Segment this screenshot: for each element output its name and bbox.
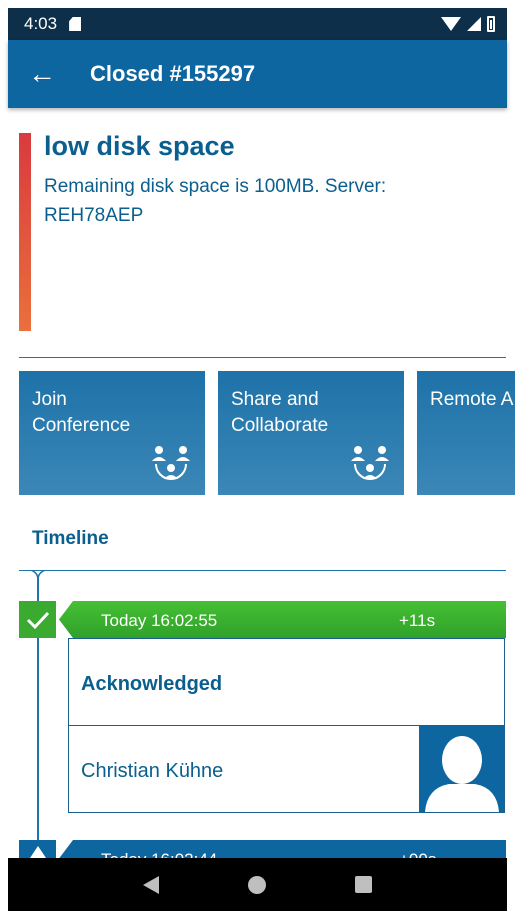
event-time-bar: Today 16:02:44 +00s — [59, 840, 506, 860]
people-group-icon — [351, 446, 389, 480]
divider — [19, 357, 506, 358]
people-group-icon — [152, 446, 190, 480]
user-silhouette-icon — [425, 736, 499, 812]
timeline-event-header[interactable]: Today 16:02:44 +00s — [19, 840, 506, 860]
tile-label: Share and Collaborate — [231, 389, 329, 436]
remote-access-button[interactable]: Remote A — [417, 371, 515, 495]
wifi-icon — [441, 17, 461, 31]
timeline-heading: Timeline — [32, 528, 109, 549]
timeline-divider — [19, 570, 506, 571]
screen: 4:03 ← Closed #155297 low disk space Rem… — [0, 0, 515, 911]
alert-description: Remaining disk space is 100MB. Server: R… — [44, 176, 387, 226]
share-collaborate-button[interactable]: Share and Collaborate — [218, 371, 404, 495]
event-duration: +11s — [399, 611, 436, 630]
nav-recents-icon[interactable] — [355, 876, 373, 893]
tile-label: Join Conference — [32, 389, 131, 436]
navigation-bar — [8, 858, 507, 911]
tile-label: Remote A — [430, 389, 514, 410]
avatar — [419, 726, 504, 812]
event-time: Today 16:02:55 — [101, 611, 218, 630]
page-title: Closed #155297 — [90, 61, 256, 86]
join-conference-button[interactable]: Join Conference — [19, 371, 205, 495]
arrow-left-icon: ← — [28, 58, 56, 89]
severity-indicator — [19, 133, 31, 331]
timeline-event-card: Acknowledged Christian Kühne — [68, 638, 505, 813]
event-time-bar: Today 16:02:55 +11s — [59, 601, 506, 638]
triangle-up-icon — [19, 840, 56, 860]
back-button[interactable]: ← — [14, 40, 70, 108]
action-tiles: Join Conference Share and Collaborate Re… — [19, 371, 515, 495]
alert-title: low disk space — [44, 131, 235, 161]
status-bar: 4:03 — [8, 8, 507, 40]
nav-back-icon[interactable] — [142, 875, 159, 894]
nav-home-icon[interactable] — [247, 875, 266, 894]
timeline-event-header[interactable]: Today 16:02:55 +11s — [19, 601, 506, 638]
sd-card-icon — [69, 17, 82, 31]
event-status: Acknowledged — [81, 673, 223, 695]
status-time: 4:03 — [24, 14, 58, 33]
battery-icon — [487, 16, 495, 32]
checkmark-icon — [19, 601, 56, 638]
status-icons — [441, 16, 495, 32]
app-bar: ← Closed #155297 — [8, 40, 507, 108]
event-user: Christian Kühne — [81, 760, 224, 782]
signal-icon — [467, 17, 481, 31]
